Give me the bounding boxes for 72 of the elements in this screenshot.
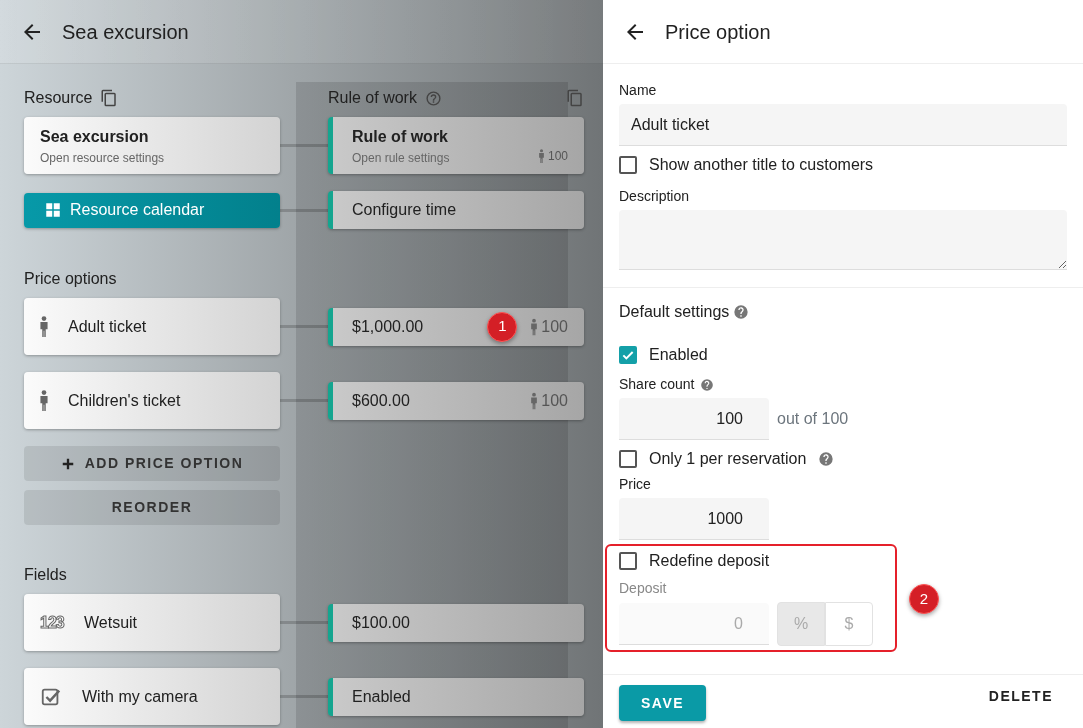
- share-count-field[interactable]: 100: [619, 398, 769, 440]
- person-icon: [538, 149, 544, 163]
- card-title: Enabled: [352, 686, 411, 707]
- help-icon[interactable]: [699, 377, 714, 392]
- grid-icon: [44, 201, 62, 219]
- capacity-count: 100: [541, 390, 568, 411]
- capacity-count: 100: [547, 148, 568, 165]
- help-icon[interactable]: [733, 304, 750, 320]
- card-title: $600.00: [352, 390, 410, 411]
- resource-card[interactable]: 123 Wetsuit: [24, 594, 280, 651]
- section-label: Price options: [24, 269, 117, 289]
- description-field[interactable]: [619, 210, 1067, 270]
- copy-icon[interactable]: [566, 89, 584, 107]
- card-title: Configure time: [352, 200, 457, 220]
- rule-card[interactable]: $600.00 100: [328, 381, 584, 420]
- field-label: Name: [619, 81, 657, 100]
- resource-card[interactable]: Adult ticket: [24, 298, 280, 355]
- checkbox[interactable]: [619, 156, 637, 174]
- card-title: $1,000.00: [352, 316, 424, 337]
- calendar-button[interactable]: Resource calendar: [24, 192, 280, 228]
- panel-title: Price option: [665, 19, 771, 45]
- rule-card[interactable]: $1,000.00 1 100: [328, 307, 584, 346]
- person-icon: [531, 317, 538, 336]
- annotation-marker: 2: [909, 584, 939, 614]
- person-icon: [40, 316, 48, 337]
- field-label: Description: [619, 187, 690, 206]
- copy-icon[interactable]: [100, 89, 119, 107]
- card-title: Children's ticket: [68, 390, 181, 411]
- card-title: With my camera: [82, 686, 198, 707]
- add-price-option-button[interactable]: ADD PRICE OPTION: [24, 446, 280, 481]
- resource-card[interactable]: With my camera: [24, 668, 280, 725]
- checkbox-label: Enabled: [649, 345, 708, 365]
- help-icon[interactable]: [424, 89, 442, 107]
- reorder-button[interactable]: REORDER: [24, 490, 280, 525]
- delete-button[interactable]: DELETE: [982, 685, 1059, 708]
- checkbox-label: Only 1 per reservation: [649, 449, 807, 469]
- card-title: Adult ticket: [68, 316, 147, 337]
- person-icon: [40, 390, 48, 411]
- person-icon: [531, 391, 538, 410]
- resource-card[interactable]: Children's ticket: [24, 372, 280, 429]
- name-field[interactable]: Adult ticket: [619, 104, 1067, 146]
- field-label: Share count: [619, 375, 695, 394]
- checkbox-label: Show another title to customers: [649, 155, 874, 175]
- checkbox[interactable]: [619, 552, 637, 570]
- field-label: Deposit: [619, 579, 667, 598]
- section-label: Resource: [24, 88, 93, 108]
- card-subtitle: Open rule settings: [352, 149, 450, 167]
- capacity-count: 100: [541, 316, 568, 337]
- card-title: Rule of work: [352, 126, 449, 147]
- checkbox[interactable]: [619, 450, 637, 468]
- help-icon[interactable]: [818, 451, 835, 467]
- number-icon: 123: [40, 610, 64, 635]
- rule-card[interactable]: Enabled: [328, 677, 584, 716]
- checkbox-label: Redefine deposit: [649, 551, 770, 571]
- share-limit-text: out of 100: [777, 409, 849, 429]
- page-title: Sea excursion: [62, 19, 189, 45]
- section-label: Fields: [24, 565, 67, 585]
- rule-card[interactable]: Configure time: [328, 191, 584, 229]
- card-title: Wetsuit: [84, 612, 138, 633]
- resource-card[interactable]: Sea excursion Open resource settings: [24, 117, 280, 174]
- card-title: $100.00: [352, 612, 410, 633]
- plus-icon: [60, 456, 75, 471]
- price-field[interactable]: 1000: [619, 498, 769, 540]
- field-label: Price: [619, 475, 651, 494]
- card-subtitle: Open resource settings: [40, 149, 165, 167]
- card-title: Sea excursion: [40, 126, 150, 147]
- annotation-marker: 1: [487, 311, 518, 342]
- section-heading: Default settings: [619, 302, 730, 322]
- rule-card[interactable]: $100.00: [328, 603, 584, 642]
- column-label: Rule of work: [328, 88, 417, 108]
- rule-card[interactable]: Rule of work Open rule settings 100: [328, 117, 584, 174]
- checkbox[interactable]: [619, 346, 637, 364]
